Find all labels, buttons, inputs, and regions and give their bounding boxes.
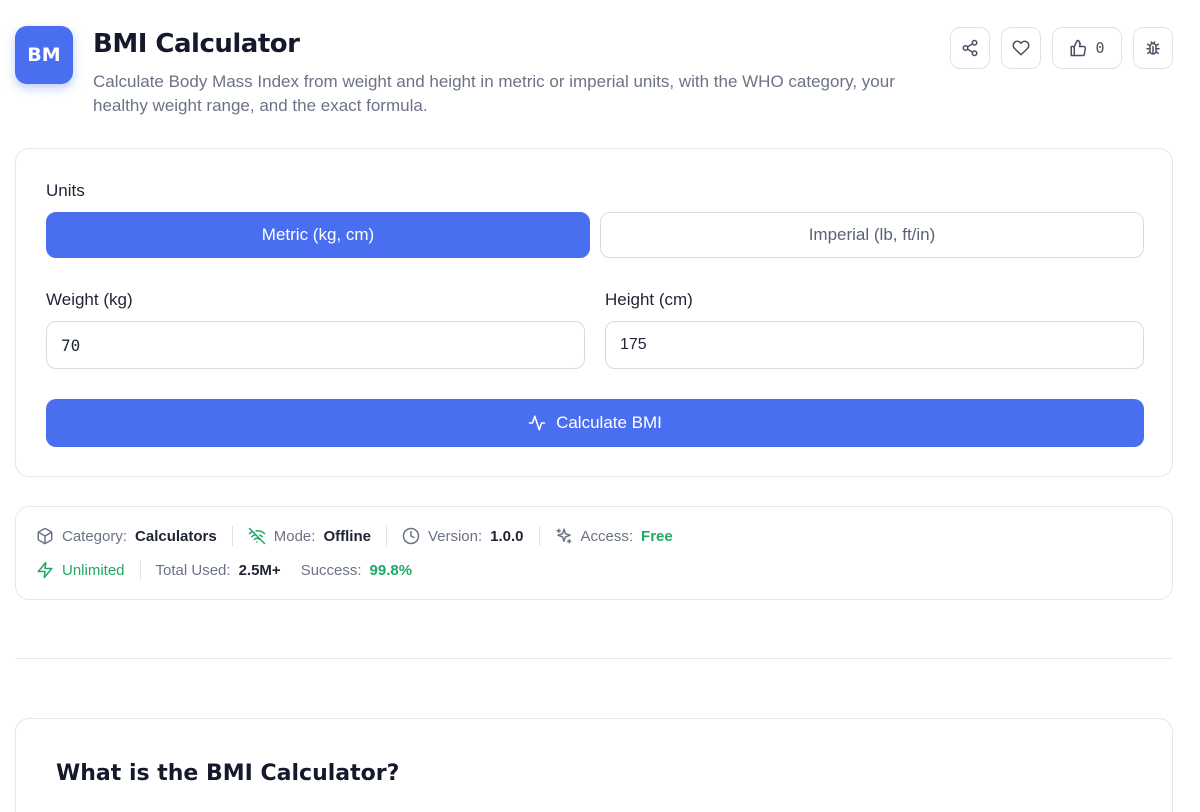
page-title: BMI Calculator — [93, 29, 300, 59]
unit-metric-toggle[interactable]: Metric (kg, cm) — [46, 212, 590, 258]
success-label: Success: — [300, 561, 362, 579]
share-button[interactable] — [950, 27, 990, 69]
unit-imperial-toggle[interactable]: Imperial (lb, ft/in) — [600, 212, 1144, 258]
total-used-value: 2.5M+ — [238, 561, 281, 579]
success-value: 99.8% — [369, 561, 413, 579]
version-value: 1.0.0 — [490, 527, 524, 545]
calculate-bmi-label: Calculate BMI — [556, 413, 662, 432]
access-value: Free — [641, 527, 673, 545]
report-bug-button[interactable] — [1133, 27, 1173, 69]
page-description: Calculate Body Mass Index from weight an… — [93, 72, 895, 115]
calculate-bmi-button[interactable]: Calculate BMI — [46, 399, 1144, 447]
mode-value: Offline — [323, 527, 371, 545]
about-title: What is the BMI Calculator? — [56, 761, 400, 786]
units-label: Units — [46, 181, 85, 200]
meta-version: Version: 1.0.0 — [402, 527, 524, 545]
like-button[interactable]: 0 — [1052, 27, 1122, 69]
meta-success: Success: 99.8% — [301, 562, 412, 579]
height-label: Height (cm) — [605, 290, 693, 309]
heart-icon — [1012, 40, 1030, 56]
access-label: Access: — [580, 527, 634, 545]
activity-icon — [528, 415, 546, 431]
category-value: Calculators — [135, 527, 217, 545]
calculator-form-card: Units Metric (kg, cm) Imperial (lb, ft/i… — [15, 148, 1173, 477]
like-count: 0 — [1095, 39, 1105, 57]
share-icon — [962, 39, 978, 57]
bug-icon — [1146, 41, 1160, 55]
about-card: What is the BMI Calculator? — [15, 718, 1173, 812]
meta-row: Category: Calculators Mode: Offline Vers… — [36, 526, 673, 546]
section-divider — [15, 658, 1173, 659]
zap-icon — [37, 561, 53, 579]
favorite-button[interactable] — [1001, 27, 1041, 69]
height-input[interactable]: 175 — [605, 321, 1144, 369]
total-used-label: Total Used: — [155, 561, 231, 579]
box-icon — [37, 527, 53, 545]
weight-label: Weight (kg) — [46, 290, 133, 309]
app-icon: BM — [15, 26, 73, 84]
weight-input[interactable]: 70 — [46, 321, 585, 369]
meta-separator — [385, 526, 387, 546]
meta-total-used: Total Used: 2.5M+ — [156, 562, 281, 579]
tool-meta-card: Category: Calculators Mode: Offline Vers… — [15, 506, 1173, 600]
meta-mode: Mode: Offline — [248, 527, 371, 545]
meta-access: Access: Free — [555, 527, 673, 545]
meta-category: Category: Calculators — [36, 527, 217, 545]
meta-unlimited: Unlimited — [36, 561, 125, 579]
wifi-off-icon — [248, 527, 265, 545]
meta-row: Unlimited Total Used: 2.5M+ Success: 99.… — [36, 560, 412, 580]
meta-separator — [538, 526, 540, 546]
meta-separator — [231, 526, 233, 546]
thumbs-up-icon — [1070, 39, 1087, 57]
version-label: Version: — [427, 527, 483, 545]
mode-label: Mode: — [273, 527, 316, 545]
meta-separator — [139, 560, 141, 580]
unlimited-label: Unlimited — [62, 561, 125, 579]
category-label: Category: — [62, 527, 128, 545]
clock-icon — [402, 527, 420, 545]
sparkles-icon — [556, 528, 572, 544]
